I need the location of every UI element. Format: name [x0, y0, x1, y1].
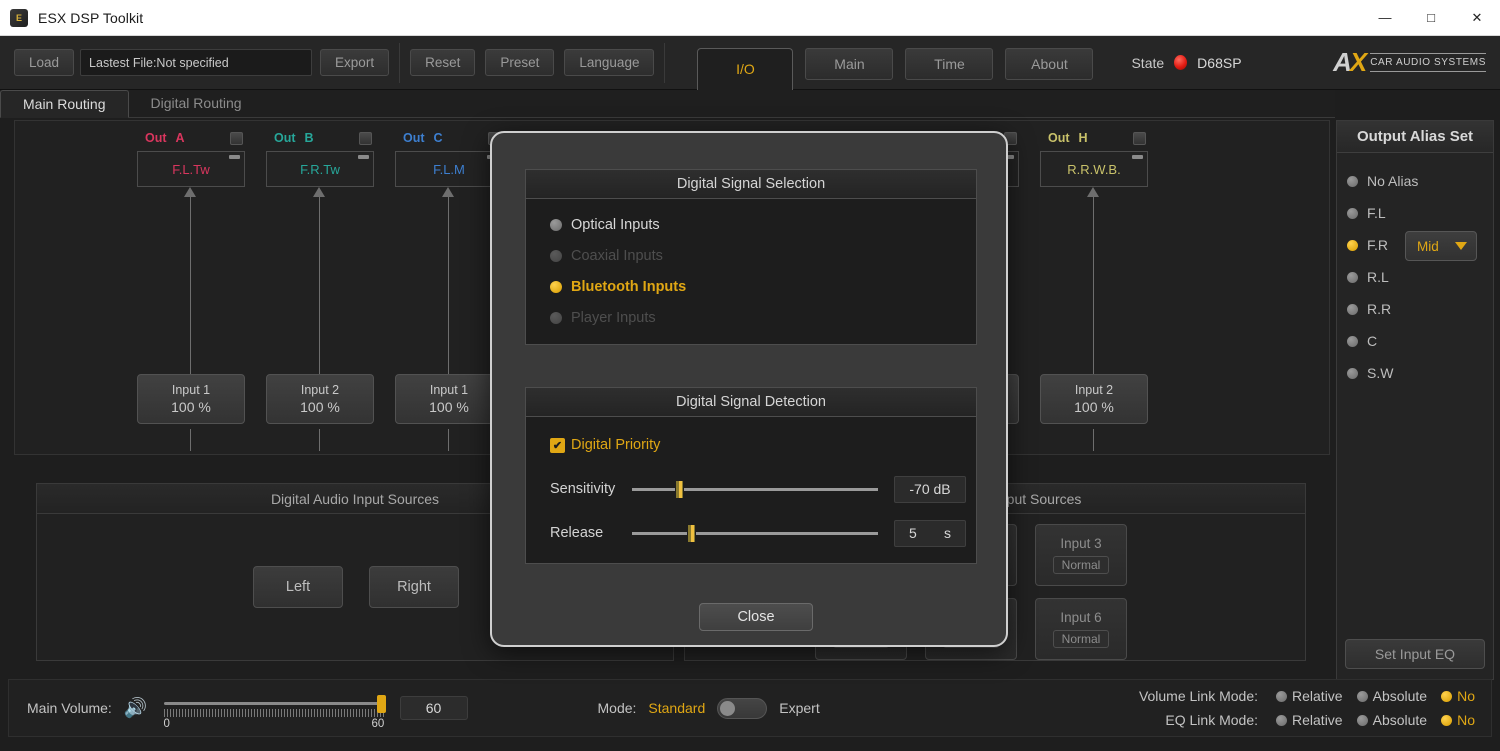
release-value: 5	[909, 525, 917, 541]
release-label: Release	[550, 525, 604, 541]
release-slider[interactable]	[632, 523, 878, 543]
option-label: Coaxial Inputs	[571, 247, 663, 264]
digital-signal-detection-group: Digital Signal Detection ✔ Digital Prior…	[525, 387, 977, 564]
release-unit: s	[944, 525, 951, 541]
release-row: Release 5 s	[526, 515, 976, 551]
selection-options: Optical Inputs Coaxial Inputs Bluetooth …	[526, 199, 976, 333]
slider-track	[632, 532, 878, 535]
sensitivity-row: Sensitivity -70 dB	[526, 471, 976, 507]
sensitivity-label: Sensitivity	[550, 481, 616, 497]
radio-icon	[550, 311, 562, 324]
close-button[interactable]: Close	[699, 603, 813, 631]
digital-priority-label: Digital Priority	[571, 437, 661, 453]
option-player-inputs[interactable]: Player Inputs	[526, 302, 976, 333]
digital-priority-checkbox-row[interactable]: ✔ Digital Priority	[526, 431, 976, 459]
application-window: E ESX DSP Toolkit — □ ✕ Load Lastest Fil…	[0, 0, 1500, 751]
slider-thumb[interactable]	[674, 480, 684, 499]
selection-title: Digital Signal Selection	[526, 170, 976, 199]
option-label: Bluetooth Inputs	[571, 278, 687, 295]
option-label: Optical Inputs	[571, 216, 660, 233]
slider-track	[632, 488, 878, 491]
radio-icon	[550, 249, 562, 262]
slider-thumb[interactable]	[686, 524, 696, 543]
option-coaxial-inputs[interactable]: Coaxial Inputs	[526, 240, 976, 271]
sensitivity-value[interactable]: -70 dB	[894, 475, 966, 503]
release-value-box[interactable]: 5 s	[894, 519, 966, 547]
checkbox-icon: ✔	[550, 437, 565, 453]
option-label: Player Inputs	[571, 309, 656, 326]
sensitivity-slider[interactable]	[632, 479, 878, 499]
option-bluetooth-inputs[interactable]: Bluetooth Inputs	[526, 271, 976, 302]
radio-icon	[550, 280, 562, 293]
digital-signal-selection-group: Digital Signal Selection Optical Inputs …	[525, 169, 977, 345]
radio-icon	[550, 218, 562, 231]
digital-signal-dialog: Digital Signal Selection Optical Inputs …	[490, 131, 1008, 647]
modal-overlay: Digital Signal Selection Optical Inputs …	[0, 0, 1500, 751]
detection-title: Digital Signal Detection	[526, 388, 976, 417]
option-optical-inputs[interactable]: Optical Inputs	[526, 209, 976, 240]
